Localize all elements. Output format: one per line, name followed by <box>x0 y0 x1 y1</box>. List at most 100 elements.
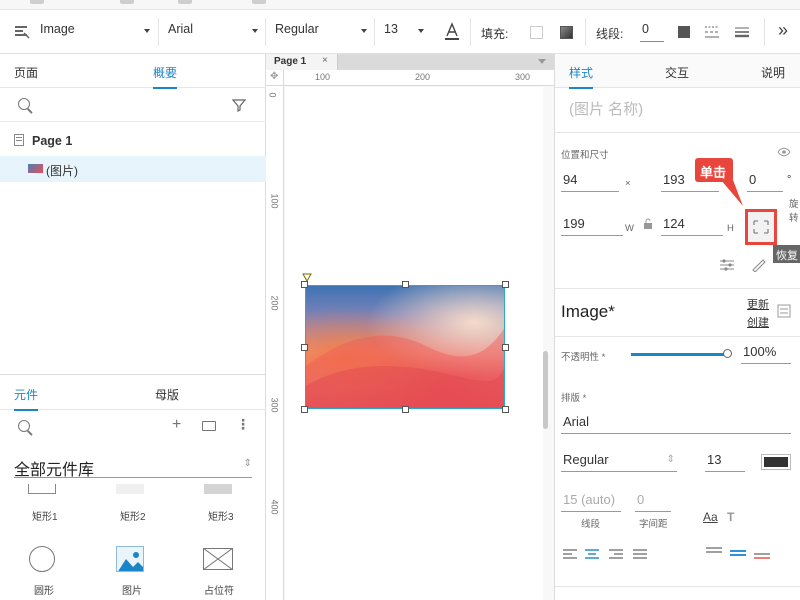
valign-top-icon[interactable] <box>705 546 723 560</box>
close-icon[interactable]: × <box>322 55 328 66</box>
widget-image[interactable]: 图片 <box>108 544 152 597</box>
edit-pencil-icon[interactable] <box>751 258 767 273</box>
update-style-link[interactable]: 更新 <box>747 296 769 312</box>
fill-color-swatch[interactable] <box>530 26 543 39</box>
font-weight-value: Regular <box>275 22 319 36</box>
chevron-down-icon <box>252 29 258 33</box>
resize-handle[interactable] <box>502 406 509 413</box>
tab-outline[interactable]: 概要 <box>153 64 178 89</box>
lock-aspect-icon[interactable] <box>643 218 653 230</box>
font-weight-dropdown[interactable]: Regular <box>275 22 367 42</box>
opacity-slider-thumb[interactable] <box>723 349 732 358</box>
valign-bottom-icon[interactable] <box>753 546 771 560</box>
resize-handle[interactable] <box>402 406 409 413</box>
stroke-width-value: 0 <box>642 22 649 36</box>
tab-notes[interactable]: 说明 <box>761 64 785 81</box>
outline-page-name: Page 1 <box>32 134 73 148</box>
adjust-sliders-icon[interactable] <box>719 258 735 272</box>
align-left-icon[interactable] <box>563 548 577 560</box>
resize-handle[interactable] <box>402 281 409 288</box>
style-name[interactable]: Image* <box>561 302 615 322</box>
chevron-down-icon[interactable] <box>538 59 546 64</box>
outline-image-row[interactable]: (图片) <box>0 156 266 182</box>
width-input[interactable]: 199 <box>561 216 623 236</box>
page-icon <box>14 134 24 146</box>
outline-page-row[interactable]: Page 1 <box>0 128 266 154</box>
height-input[interactable]: 124 <box>661 216 723 236</box>
resize-handle[interactable] <box>502 344 509 351</box>
resize-handle[interactable] <box>301 344 308 351</box>
style-manager-icon[interactable] <box>777 304 791 318</box>
widget-rect1[interactable]: 矩形1 <box>20 484 64 524</box>
left-panel: 页面 概要 Page 1 (图片) 元件 母版 + ⋮ 全部元件库 ⇕ 矩形1 <box>0 54 266 600</box>
letter-spacing-input[interactable]: 0 <box>635 492 671 512</box>
text-transform-icon[interactable]: T <box>727 510 734 524</box>
rotation-input[interactable]: 0 <box>747 172 783 192</box>
font-family-dropdown[interactable]: Arial <box>168 22 258 42</box>
widget-name-placeholder: (图片 名称) <box>569 101 644 118</box>
text-case-icon[interactable]: Aa <box>703 510 718 524</box>
valign-middle-icon[interactable] <box>729 546 747 560</box>
fill-style-icon[interactable] <box>560 26 573 39</box>
divider <box>0 374 266 375</box>
add-library-icon[interactable]: + <box>172 416 181 434</box>
align-center-icon[interactable] <box>585 548 599 560</box>
line-style-icon[interactable] <box>734 24 750 40</box>
widget-circle[interactable]: 圆形 <box>20 544 64 597</box>
tab-interactions[interactable]: 交互 <box>665 64 689 81</box>
search-icon[interactable] <box>18 98 30 110</box>
opacity-input[interactable]: 100% <box>741 344 791 364</box>
original-size-button[interactable] <box>745 209 777 245</box>
fill-label: 填充: <box>481 27 509 41</box>
more-tools-icon[interactable]: » <box>778 20 788 41</box>
widget-name-input[interactable]: (图片 名称) <box>569 98 791 122</box>
filter-icon[interactable] <box>231 98 247 112</box>
stroke-pattern-icon[interactable] <box>704 24 720 40</box>
widget-placeholder[interactable]: 占位符 <box>196 544 240 597</box>
selected-image-widget[interactable] <box>305 285 505 409</box>
rotate-label: 旋转 <box>789 199 799 224</box>
font-family-value: Arial <box>563 414 590 429</box>
create-style-link[interactable]: 创建 <box>747 314 769 330</box>
tab-pages[interactable]: 页面 <box>14 64 38 81</box>
font-color-swatch[interactable] <box>761 454 791 470</box>
page-tab-label: Page 1 <box>274 56 307 67</box>
align-right-icon[interactable] <box>609 548 623 560</box>
font-family-select[interactable]: Arial <box>561 414 791 434</box>
page-tab[interactable]: Page 1 × <box>266 54 338 70</box>
text-color-icon[interactable] <box>444 22 460 42</box>
resize-handle[interactable] <box>502 281 509 288</box>
tab-widgets[interactable]: 元件 <box>14 386 39 411</box>
x-position-input[interactable]: 94 <box>561 172 619 192</box>
font-size-dropdown[interactable]: 13 <box>384 22 424 42</box>
divider <box>555 336 800 337</box>
widget-rect2[interactable]: 矩形2 <box>108 484 152 524</box>
widget-type-dropdown[interactable]: Image <box>40 22 150 42</box>
widget-style-icon[interactable] <box>14 24 30 40</box>
opacity-slider[interactable] <box>631 349 732 358</box>
more-options-icon[interactable]: ⋮ <box>236 416 250 433</box>
tooltip-text: 恢复 <box>776 250 798 262</box>
stroke-width-input[interactable]: 0 <box>640 22 664 42</box>
widget-rect3[interactable]: 矩形3 <box>196 484 240 524</box>
library-manage-icon[interactable] <box>202 421 216 431</box>
line-height-input[interactable]: 15 (auto) <box>561 492 621 512</box>
tab-style[interactable]: 样式 <box>569 64 594 89</box>
tooltip: 恢复 <box>773 245 800 263</box>
stroke-color-swatch[interactable] <box>678 26 690 38</box>
tab-masters[interactable]: 母版 <box>155 386 179 403</box>
font-weight-select[interactable]: Regular ⇕ <box>561 452 677 472</box>
divider <box>555 288 800 289</box>
library-dropdown[interactable]: 全部元件库 ⇕ <box>14 454 252 479</box>
align-justify-icon[interactable] <box>633 548 647 560</box>
vertical-scrollbar[interactable] <box>543 351 548 429</box>
widget-label: 矩形2 <box>120 512 146 523</box>
resize-handle[interactable] <box>301 406 308 413</box>
visibility-eye-icon[interactable] <box>777 146 791 157</box>
callout-arrow <box>721 180 743 206</box>
font-size-input[interactable]: 13 <box>705 452 745 472</box>
resize-handle[interactable] <box>301 281 308 288</box>
design-canvas[interactable] <box>285 87 548 600</box>
search-icon[interactable] <box>18 420 30 432</box>
rectangle-grey-icon <box>204 484 232 494</box>
